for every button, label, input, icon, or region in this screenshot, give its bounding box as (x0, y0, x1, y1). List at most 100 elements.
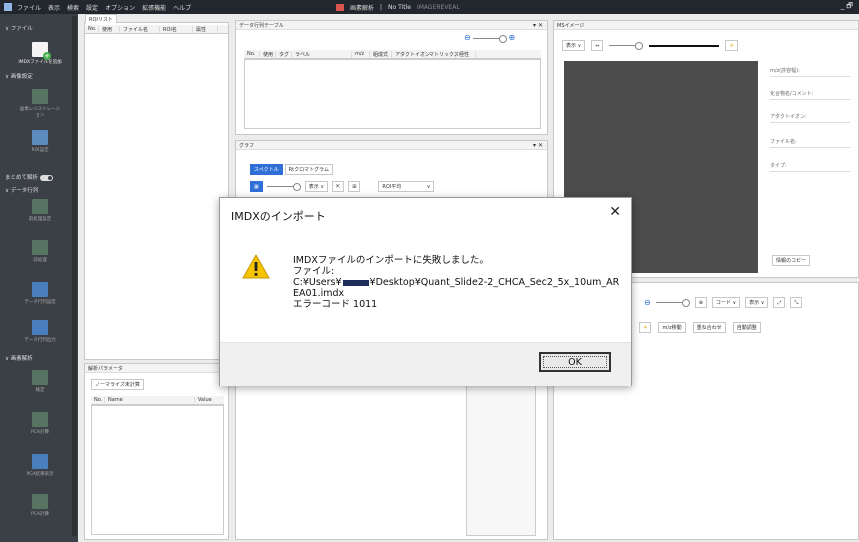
ms-slider[interactable] (609, 42, 644, 50)
graph-title: グラフ (236, 141, 547, 150)
graph-display-select[interactable]: 表示 ∨ (304, 181, 328, 192)
graph-toolbar: ▦ 表示 ∨ ⇱ ⊞ ROI平均 ∨ (250, 181, 435, 192)
field-type: タイプ: (770, 163, 787, 169)
zoom-out-icon[interactable]: ⊖ (464, 33, 471, 42)
image-settings-section-label: ∨ 画像設定 (5, 74, 33, 80)
params-title: 解析パラメータ (85, 364, 228, 373)
field-adduct: アダクトイオン: (770, 114, 807, 120)
import-error-dialog: IMDXのインポート ✕ IMDXファイルのインポートに失敗しました。 ファイル… (219, 197, 632, 386)
color-code-select[interactable]: コード ∨ (711, 297, 741, 308)
close-icon[interactable]: ✕ (609, 204, 621, 220)
copy-info-button[interactable]: 情報のコピー (772, 255, 811, 266)
title-bar: ファイル 表示 検索 設定 オプション 拡張機能 ヘルプ 画素解析 | No T… (0, 0, 859, 14)
roi-settings-button[interactable]: ROI設定 (18, 130, 62, 154)
import-imdx-button[interactable]: + IMDXファイルを追加 (18, 42, 62, 66)
test-button[interactable]: 検定 (18, 370, 62, 394)
overlay-button[interactable]: 重ね合わせ (692, 322, 726, 333)
pca-result-icon (32, 454, 48, 469)
menu-help[interactable]: ヘルプ (173, 3, 191, 12)
ms-fit-icon[interactable]: ⇔ (591, 40, 604, 51)
menu-search[interactable]: 検索 (67, 3, 79, 12)
image-zoom-slider[interactable] (655, 299, 690, 307)
sidebar-scrollbar[interactable] (72, 16, 77, 536)
params-table-body (91, 405, 224, 535)
app-logo-icon (4, 3, 12, 11)
zoom-slider[interactable] (472, 35, 507, 43)
dialog-title: IMDXのインポート (231, 210, 326, 223)
field-divider (770, 171, 850, 172)
file-label: ファイル: (293, 266, 335, 277)
collapse-icon[interactable]: ⤡ (790, 297, 803, 308)
zoom-in-icon[interactable]: ⊕ (694, 297, 707, 308)
menu-bar: ファイル 表示 検索 設定 オプション 拡張機能 ヘルプ (17, 3, 191, 12)
dialog-message: IMDXファイルのインポートに失敗しました。 ファイル: C:¥Users¥ ¥D… (293, 255, 623, 310)
field-divider (770, 76, 850, 77)
image-action-buttons: ☀ m/z移動 重ね合わせ 自動調整 (639, 322, 761, 333)
tool-sidebar: ∨ ファイル + IMDXファイルを追加 ∨ 画像設定 画像レジストレーション … (0, 14, 78, 542)
preprocess-button[interactable]: 前処理 (18, 240, 62, 264)
normalize-button[interactable]: ノーマライズ未計算 (91, 379, 144, 390)
params-table-header: No. Name Value (91, 396, 224, 405)
pca-calc-button[interactable]: PCA計算 (18, 412, 62, 436)
data-table-panel: データ行列テーブル ▾ ✕ ⊖ ⊕ No. 使用 タグ ラベル m/z 組成式 … (235, 20, 548, 135)
preprocess-settings-button[interactable]: 前処理設定 (18, 199, 62, 223)
image-display-select[interactable]: 表示 ∨ (745, 297, 769, 308)
matrix-output-icon (32, 320, 48, 335)
chevron-down-icon: ∨ (426, 183, 431, 190)
test-icon (32, 370, 48, 385)
import-file-icon: + (32, 42, 51, 60)
data-table-header: No. 使用 タグ ラベル m/z 組成式 アダクトイオン マトリックス 極性 (244, 50, 541, 59)
window-controls[interactable]: _ 🗗 (841, 2, 853, 13)
batch-analysis-toggle[interactable] (39, 174, 53, 181)
graph-view-icon[interactable]: ▦ (250, 181, 263, 192)
tab-spectrum[interactable]: スペクトル (250, 164, 283, 175)
graph-tool-icon[interactable]: ⇱ (331, 181, 345, 192)
error-message: IMDXファイルのインポートに失敗しました。 (293, 255, 489, 266)
zoom-control: ⊖ ⊕ (464, 33, 516, 43)
data-table-title: データ行列テーブル (236, 21, 547, 30)
tab-roi-list[interactable]: ROIリスト (85, 14, 117, 23)
zoom-in-icon[interactable]: ⊕ (509, 33, 516, 42)
file-title: No Title (388, 4, 411, 11)
warning-icon (242, 254, 270, 279)
batch-analysis-row: まとめて解析 (5, 173, 53, 181)
roi-average-select[interactable]: ROI平均 ∨ (378, 181, 435, 192)
zoom-out-icon[interactable]: ⊖ (644, 298, 651, 307)
mode-label: 画素解析 (350, 5, 375, 12)
roi-list-panel: ROIリスト No. 使用 ファイル名 ROI名 属性 (84, 14, 229, 360)
mz-move-button[interactable]: m/z移動 (658, 322, 686, 333)
pca-calc-icon (32, 412, 48, 427)
menu-settings[interactable]: 設定 (86, 3, 98, 12)
graph-zoom-icon[interactable]: ⊞ (348, 181, 361, 192)
image-tools-toolbar: ⊖ ⊕ コード ∨ 表示 ∨ ⤢ ⤡ (644, 297, 803, 308)
mode-icon (336, 4, 344, 11)
field-divider (770, 122, 850, 123)
menu-view[interactable]: 表示 (48, 3, 60, 12)
expand-icon[interactable]: ⤢ (773, 297, 786, 308)
ok-button[interactable]: OK (539, 352, 611, 372)
field-mz: m/z(許容幅): (770, 68, 800, 74)
field-divider (770, 99, 850, 100)
redacted-username (342, 279, 369, 286)
data-matrix-output-button[interactable]: データ行列出力 (18, 320, 62, 344)
data-matrix-settings-button[interactable]: データ行列設定 (18, 282, 62, 306)
graph-slider[interactable] (266, 183, 301, 191)
graph-panel-controls[interactable]: ▾ ✕ (533, 142, 543, 149)
brightness-icon[interactable]: ☀ (639, 322, 652, 333)
title-separator: | (380, 4, 383, 11)
image-registration-button[interactable]: 画像レジストレーション (18, 89, 62, 119)
ms-display-select[interactable]: 表示 ∨ (562, 40, 586, 51)
registration-icon (32, 89, 48, 104)
panel-controls[interactable]: ▾ ✕ (533, 22, 543, 29)
file-path: C:¥Users¥ ¥Desktop¥Quant_Slide2-2_CHCA_Se… (293, 277, 620, 299)
menu-options[interactable]: オプション (105, 3, 135, 12)
pca-calc-2-button[interactable]: PCA計算 (18, 494, 62, 518)
ms-sun-icon[interactable]: ☀ (725, 40, 738, 51)
tab-rt-chromatogram[interactable]: Rtクロマトグラム (284, 164, 333, 175)
menu-extensions[interactable]: 拡張機能 (142, 3, 166, 12)
pca-result-button[interactable]: PCA結果表示 (18, 454, 62, 478)
menu-file[interactable]: ファイル (17, 3, 41, 12)
data-table-body (244, 59, 541, 129)
analysis-params-panel: 解析パラメータ ノーマライズ未計算 No. Name Value (84, 363, 229, 540)
auto-adjust-button[interactable]: 自動調整 (732, 322, 761, 333)
